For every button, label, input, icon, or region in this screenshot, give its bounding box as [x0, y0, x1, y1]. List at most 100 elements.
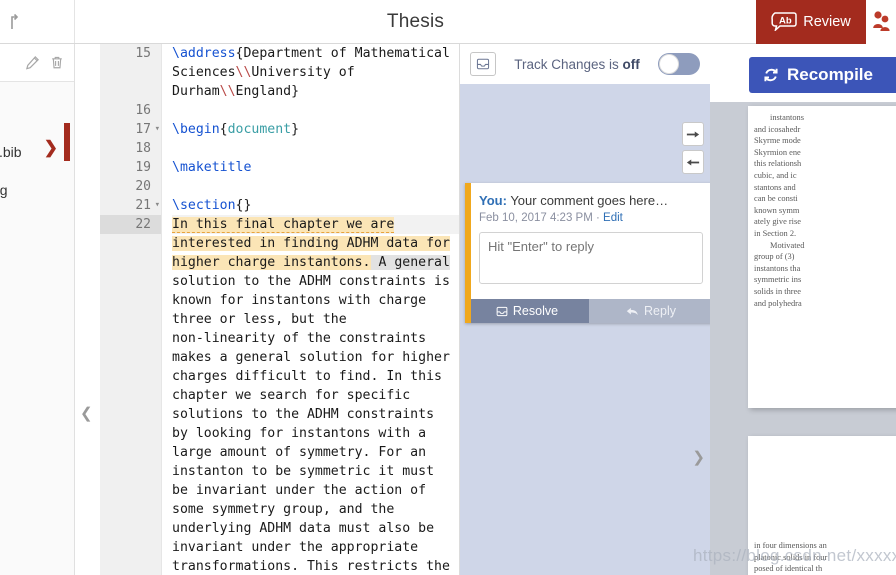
code-span: In this final chapter we are	[172, 217, 395, 233]
review-panel: Track Changes is off You: Your comment g…	[460, 44, 713, 575]
code-line[interactable]: transformations. This restricts the	[172, 557, 460, 575]
code-span: \\	[235, 65, 252, 80]
editor-code-area[interactable]: \address{Department of Mathematical Scien…	[163, 44, 460, 575]
code-line[interactable]: Durham\\England}	[172, 82, 460, 101]
code-line[interactable]: interested in finding ADHM data for	[172, 234, 460, 253]
code-span: \maketitle	[172, 160, 252, 175]
code-line[interactable]: Sciences\\University of	[172, 63, 460, 82]
sync-to-pdf-button[interactable]	[682, 122, 704, 146]
code-line[interactable]: some symmetry group, and the	[172, 500, 460, 519]
avatar[interactable]	[866, 0, 896, 44]
line-number	[100, 557, 161, 575]
code-line[interactable]: makes a general solution for higher	[172, 348, 460, 367]
pdf-text-line: known symm	[754, 205, 800, 215]
code-span: by looking for instantons with a	[172, 426, 427, 441]
pdf-preview-panel: Recompile instantons and icosahedr Skyrme …	[710, 44, 896, 575]
code-line[interactable]: large amount of symmetry. For an	[172, 443, 460, 462]
pdf-text-line: stantons and	[754, 182, 796, 192]
code-line[interactable]: known for instantons with charge	[172, 291, 460, 310]
pdf-text-line: this relationsh	[754, 159, 802, 169]
code-span: known for instantons with charge	[172, 293, 427, 308]
code-line[interactable]: higher charge instantons. A general	[172, 253, 460, 272]
line-number: 15	[135, 46, 151, 61]
code-line[interactable]: invariant under the appropriate	[172, 538, 460, 557]
editor-gutter: 15 16 17 ▾ 18 19 20 21 ▾ 22	[100, 44, 162, 575]
code-span: University of	[251, 65, 355, 80]
code-line[interactable]: solutions to the ADHM constraints	[172, 405, 460, 424]
line-number	[100, 291, 161, 310]
selected-file-marker	[64, 123, 70, 161]
pdf-toolbar: Recompile	[710, 44, 896, 102]
code-line[interactable]	[172, 177, 460, 196]
code-line[interactable]: be invariant under the action of	[172, 481, 460, 500]
comment-meta: Feb 10, 2017 4:23 PM · Edit	[479, 212, 703, 224]
code-line[interactable]: \maketitle	[172, 158, 460, 177]
collapse-sidebar-chevron-left-icon[interactable]: ❮	[80, 404, 93, 422]
code-line[interactable]: \begin{document}	[172, 120, 460, 139]
code-line[interactable]: chapter we search for specific	[172, 386, 460, 405]
resolve-button-label: Resolve	[512, 304, 559, 318]
code-line[interactable]: three or less, but the	[172, 310, 460, 329]
file-tree-item-image[interactable]: pg	[0, 176, 74, 204]
track-changes-toggle[interactable]	[658, 53, 700, 75]
code-line[interactable]: by looking for instantons with a	[172, 424, 460, 443]
pdf-text-line: Skyrme mode	[754, 136, 801, 146]
comment-reply-input[interactable]	[479, 232, 703, 284]
code-span: solution to the ADHM constraints is	[172, 274, 450, 289]
users-icon	[873, 10, 890, 31]
top-bar: Thesis Ab Review	[0, 0, 896, 44]
line-number	[100, 386, 161, 405]
track-changes-state: off	[622, 56, 640, 72]
reply-button[interactable]: Reply	[589, 299, 713, 323]
upload-icon[interactable]	[6, 12, 24, 32]
watermark: https://blog.csdn.net/xxxxxx	[693, 546, 896, 565]
file-tree-item-bib[interactable]: s.bib	[0, 138, 74, 166]
resolve-button[interactable]: Resolve	[465, 299, 589, 323]
pencil-icon[interactable]	[25, 55, 40, 71]
reply-arrow-icon	[626, 307, 638, 315]
line-number	[100, 82, 161, 101]
pdf-text-line: ately give rise	[754, 217, 801, 227]
file-tree-list: ❯ s.bib pg	[0, 82, 74, 204]
pdf-text-line: Motivated	[770, 240, 805, 250]
sync-to-code-button[interactable]	[682, 150, 704, 174]
code-line[interactable]: underlying ADHM data must also be	[172, 519, 460, 538]
code-line[interactable]: In this final chapter we are	[172, 215, 460, 234]
line-number	[100, 234, 161, 253]
file-tree-toolbar	[0, 44, 74, 82]
pdf-page-1[interactable]: instantons and icosahedr Skyrme mode Skyrmi…	[748, 106, 896, 408]
pdf-page-1-text: instantons and icosahedr Skyrme mode Skyrmi…	[748, 106, 896, 309]
code-line[interactable]: \address{Department of Mathematical	[172, 44, 460, 63]
line-number	[100, 272, 161, 291]
track-changes-bar: Track Changes is off	[460, 44, 710, 84]
code-line[interactable]: charges difficult to find. In this	[172, 367, 460, 386]
code-line[interactable]: solution to the ADHM constraints is	[172, 272, 460, 291]
trash-icon[interactable]	[50, 55, 65, 71]
pdf-text-line: and icosahedr	[754, 124, 801, 134]
line-number: 19	[135, 160, 151, 175]
code-line[interactable]: non-linearity of the constraints	[172, 329, 460, 348]
code-span: \\	[219, 84, 236, 99]
review-button[interactable]: Ab Review	[756, 0, 866, 44]
collapse-panel-chevron-right-icon[interactable]: ❯	[692, 448, 705, 466]
inbox-icon[interactable]	[470, 52, 496, 76]
chevron-down-icon[interactable]: ❯	[44, 138, 58, 158]
code-editor[interactable]: 15 16 17 ▾ 18 19 20 21 ▾ 22 \address{Department o…	[100, 44, 460, 575]
pdf-text-line: symmetric ins	[754, 275, 802, 285]
code-line[interactable]: instanton to be symmetric it must	[172, 462, 460, 481]
fold-toggle-icon[interactable]: ▾	[155, 196, 160, 215]
recompile-button[interactable]: Recompile	[749, 57, 896, 93]
code-span: non-linearity of the constraints	[172, 331, 427, 346]
code-line[interactable]	[172, 139, 460, 158]
topbar-left-section	[0, 0, 75, 43]
code-line[interactable]	[172, 101, 460, 120]
code-line[interactable]: \section{}	[172, 196, 460, 215]
sync-buttons	[682, 122, 704, 174]
fold-toggle-icon[interactable]: ▾	[155, 120, 160, 139]
comment-timestamp: Feb 10, 2017 4:23 PM	[479, 212, 593, 224]
line-number: 21 ▾	[135, 196, 160, 215]
line-number	[100, 500, 161, 519]
recompile-button-label: Recompile	[787, 65, 873, 84]
line-number: 17 ▾	[135, 120, 160, 139]
comment-edit-link[interactable]: Edit	[603, 212, 623, 224]
